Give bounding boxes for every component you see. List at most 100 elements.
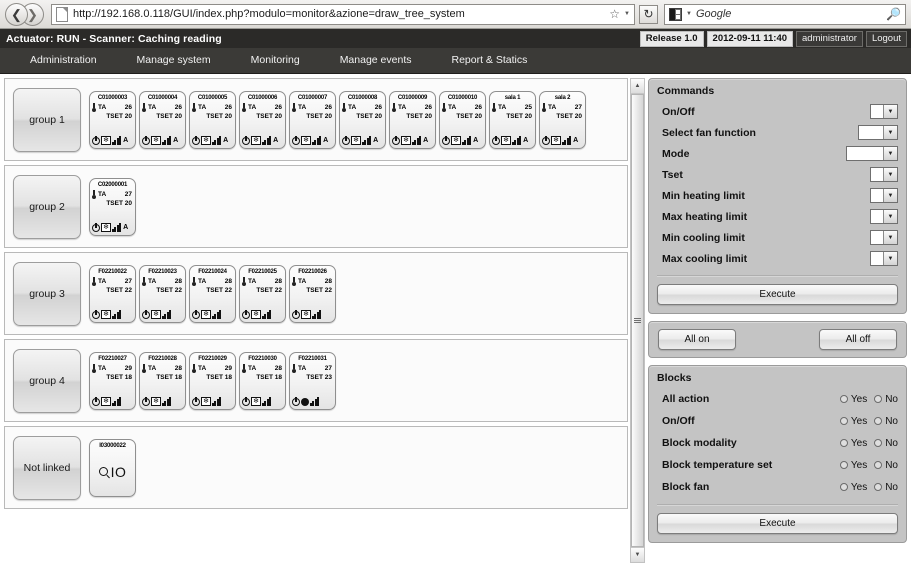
device-card[interactable]: F02210023 TA 28 TSET 22 ❄ (139, 264, 186, 323)
device-card[interactable]: sala 1 TA 25 TSET 20 ❄ A (489, 90, 536, 149)
radio-no-modality[interactable]: No (874, 438, 898, 449)
snowflake-box-icon: ❄ (101, 310, 111, 319)
url-bar[interactable]: http://192.168.0.118/GUI/index.php?modul… (51, 3, 635, 25)
tset-row: TSET 20 (242, 112, 283, 121)
radio-button[interactable] (839, 417, 848, 425)
radio-button[interactable] (839, 395, 848, 403)
search-input[interactable]: ▼ Google 🔍 (664, 3, 906, 25)
nav-item-manage-events[interactable]: Manage events (320, 48, 432, 73)
scroll-down-button[interactable]: ▼ (631, 547, 644, 562)
chevron-down-icon[interactable]: ▼ (883, 147, 897, 160)
magnifier-icon[interactable]: 🔍 (886, 7, 901, 21)
tset-select[interactable]: ▼ (870, 167, 898, 182)
group-button[interactable]: Not linked (13, 435, 81, 500)
radio-button[interactable] (874, 417, 883, 425)
chevron-down-icon[interactable]: ▼ (883, 168, 897, 181)
device-card[interactable]: C01000007 TA 26 TSET 20 ❄ A (289, 90, 336, 149)
radio-no-onoff[interactable]: No (874, 416, 898, 427)
device-card[interactable]: F02210029 TA 29 TSET 18 ❄ (189, 351, 236, 410)
radio-button[interactable] (839, 483, 848, 491)
nav-item-report-statics[interactable]: Report & Statics (432, 48, 548, 73)
chevron-down-icon[interactable]: ▼ (883, 126, 897, 139)
radio-button[interactable] (874, 461, 883, 469)
logout-button[interactable]: Logout (865, 30, 907, 47)
chevron-down-icon[interactable]: ▼ (624, 11, 630, 17)
min-heating-limit-select[interactable]: ▼ (870, 188, 898, 203)
radio-button[interactable] (874, 439, 883, 447)
radio-button[interactable] (874, 395, 883, 403)
ta-label: TA (198, 364, 207, 372)
device-status-icons: ❄ A (492, 135, 533, 146)
chevron-down-icon[interactable]: ▼ (883, 189, 897, 202)
radio-button[interactable] (839, 439, 848, 447)
max-heating-limit-select[interactable]: ▼ (870, 209, 898, 224)
device-card[interactable]: F02210028 TA 28 TSET 18 ❄ (139, 351, 186, 410)
star-icon[interactable]: ☆ (609, 7, 620, 21)
chevron-down-icon[interactable]: ▼ (686, 11, 692, 17)
radio-yes-fan[interactable]: Yes (839, 482, 867, 493)
device-card[interactable]: C01000010 TA 26 TSET 20 ❄ A (439, 90, 486, 149)
radio-button[interactable] (839, 461, 848, 469)
reload-icon[interactable]: ↻ (639, 4, 658, 24)
device-card[interactable]: C01000005 TA 26 TSET 20 ❄ A (189, 90, 236, 149)
nav-item-administration[interactable]: Administration (10, 48, 117, 73)
tset-label: TSET (306, 112, 323, 120)
arrow-left-icon[interactable]: ❮ (5, 2, 28, 26)
blocks-execute-button[interactable]: Execute (657, 513, 898, 534)
user-badge: administrator (796, 30, 863, 47)
device-card[interactable]: F02210027 TA 29 TSET 18 ❄ (89, 351, 136, 410)
chevron-down-icon[interactable]: ▼ (883, 252, 897, 265)
device-card[interactable]: F02210024 TA 28 TSET 22 ❄ (189, 264, 236, 323)
radio-yes-all-action[interactable]: Yes (839, 394, 867, 405)
device-card-list: F02210027 TA 29 TSET 18 ❄ F02210028 TA 2… (89, 351, 336, 410)
ta-value: 26 (324, 103, 332, 111)
io-device-card[interactable]: I03000022 IO (89, 438, 136, 497)
scrollbar-track[interactable] (631, 94, 644, 547)
power-icon (92, 135, 100, 145)
radio-yes-temperature-set[interactable]: Yes (839, 460, 867, 471)
scrollbar-thumb[interactable] (631, 94, 644, 547)
vertical-scrollbar[interactable]: ▲ ▼ (630, 78, 645, 563)
device-card[interactable]: C01000006 TA 26 TSET 20 ❄ A (239, 90, 286, 149)
radio-yes-modality[interactable]: Yes (839, 438, 867, 449)
device-card[interactable]: C01000009 TA 26 TSET 20 ❄ A (389, 90, 436, 149)
device-card[interactable]: F02210031 TA 27 TSET 23 (289, 351, 336, 410)
group-button[interactable]: group 4 (13, 348, 81, 413)
page-icon (56, 6, 68, 22)
chevron-down-icon[interactable]: ▼ (883, 105, 897, 118)
radio-no-all-action[interactable]: No (874, 394, 898, 405)
device-card[interactable]: F02210022 TA 27 TSET 22 ❄ (89, 264, 136, 323)
group-button[interactable]: group 3 (13, 261, 81, 326)
max-cooling-limit-select[interactable]: ▼ (870, 251, 898, 266)
device-card[interactable]: C02000001 TA 27 TSET 20 ❄ A (89, 177, 136, 236)
tset-row: TSET 20 (192, 112, 233, 121)
all-off-button[interactable]: All off (819, 329, 897, 350)
device-card[interactable]: F02210026 TA 28 TSET 22 ❄ (289, 264, 336, 323)
chevron-down-icon[interactable]: ▼ (883, 231, 897, 244)
device-card[interactable]: C01000004 TA 26 TSET 20 ❄ A (139, 90, 186, 149)
scroll-up-button[interactable]: ▲ (631, 79, 644, 94)
commands-execute-button[interactable]: Execute (657, 284, 898, 305)
tset-label: TSET (256, 373, 273, 381)
block-label: On/Off (662, 415, 695, 427)
nav-item-manage-system[interactable]: Manage system (117, 48, 231, 73)
device-card[interactable]: F02210030 TA 28 TSET 18 ❄ (239, 351, 286, 410)
onoff-select[interactable]: ▼ (870, 104, 898, 119)
radio-no-fan[interactable]: No (874, 482, 898, 493)
radio-yes-onoff[interactable]: Yes (839, 416, 867, 427)
radio-no-temperature-set[interactable]: No (874, 460, 898, 471)
block-row-all-action: All action Yes No (657, 388, 898, 410)
radio-button[interactable] (874, 483, 883, 491)
mode-select[interactable]: ▼ (846, 146, 898, 161)
nav-item-monitoring[interactable]: Monitoring (231, 48, 320, 73)
group-button[interactable]: group 1 (13, 87, 81, 152)
device-card[interactable]: C01000003 TA 26 TSET 20 ❄ A (89, 90, 136, 149)
all-on-button[interactable]: All on (658, 329, 736, 350)
min-cooling-limit-select[interactable]: ▼ (870, 230, 898, 245)
device-card[interactable]: C01000008 TA 26 TSET 20 ❄ A (339, 90, 386, 149)
fan-function-select[interactable]: ▼ (858, 125, 898, 140)
chevron-down-icon[interactable]: ▼ (883, 210, 897, 223)
group-button[interactable]: group 2 (13, 174, 81, 239)
device-card[interactable]: F02210025 TA 28 TSET 22 ❄ (239, 264, 286, 323)
device-card[interactable]: sala 2 TA 27 TSET 20 ❄ A (539, 90, 586, 149)
